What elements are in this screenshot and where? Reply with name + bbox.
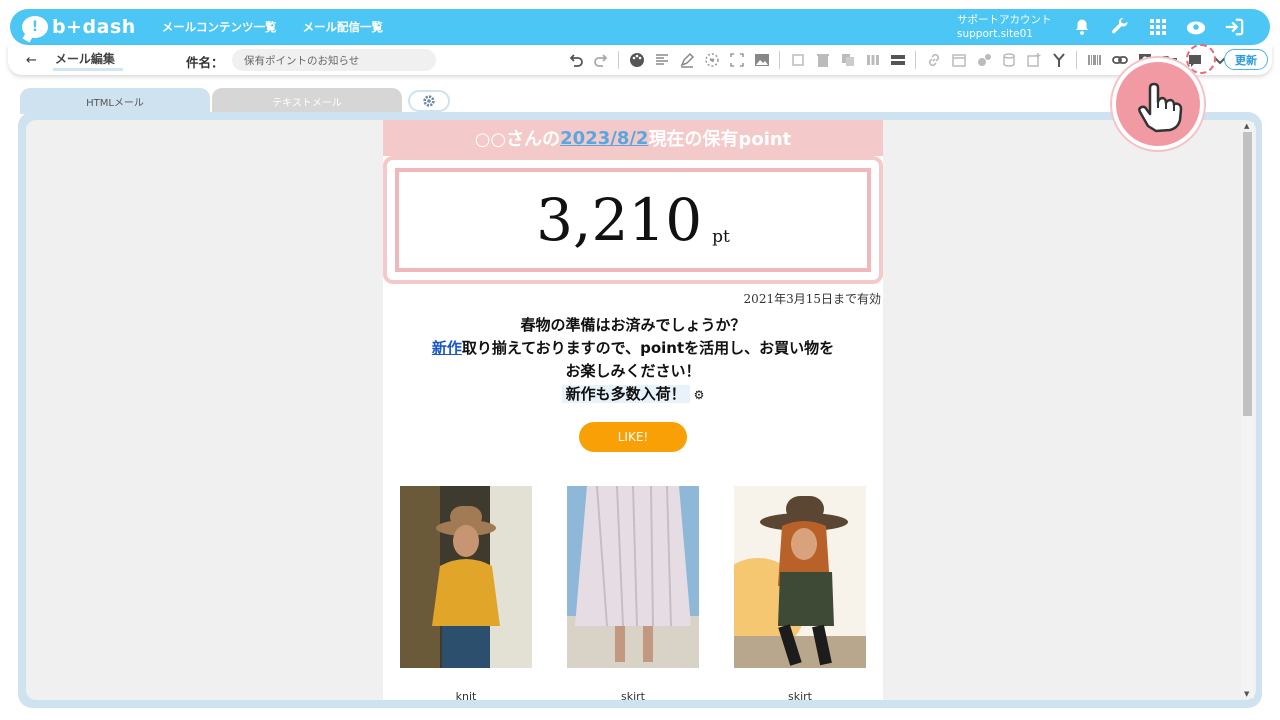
logo-bubble-icon: ! xyxy=(22,16,48,38)
account-info[interactable]: サポートアカウント support.site01 xyxy=(957,13,1052,41)
point-box[interactable]: 3,210 pt xyxy=(383,156,883,284)
new-items-link[interactable]: 新作 xyxy=(432,339,462,357)
toolbar-divider xyxy=(618,51,619,69)
back-label: メール編集 xyxy=(52,50,123,71)
toolbar-divider xyxy=(779,51,780,69)
product-photo-skirt-1 xyxy=(567,486,699,668)
message-text[interactable]: 春物の準備はお済みでしょうか？ 新作取り揃えておりますので、pointを活用し、… xyxy=(383,314,883,407)
product-2[interactable] xyxy=(567,486,699,668)
duplicate-icon[interactable] xyxy=(838,51,857,70)
copy-block-icon[interactable] xyxy=(788,51,807,70)
toolbar-divider xyxy=(1076,51,1077,69)
link-icon[interactable] xyxy=(924,51,943,70)
grid-icon[interactable] xyxy=(1146,15,1170,39)
message-line-1: 春物の準備はお済みでしょうか？ xyxy=(520,316,746,334)
product-label: skirt xyxy=(621,690,645,700)
highlighted-text[interactable]: 新作も多数入荷！ xyxy=(561,385,690,403)
redo-icon[interactable] xyxy=(591,51,610,70)
pen-icon[interactable] xyxy=(677,51,696,70)
palette-icon[interactable] xyxy=(627,51,646,70)
chain-link-icon[interactable] xyxy=(1110,51,1129,70)
tab-settings-gear-icon[interactable] xyxy=(408,90,450,112)
expand-icon[interactable] xyxy=(727,51,746,70)
toolbar-divider xyxy=(915,51,916,69)
header-prefix: ○○さんの xyxy=(474,129,561,150)
logo-text: b+dash xyxy=(52,16,136,38)
top-icons xyxy=(1070,9,1246,45)
nav-mail-deliveries[interactable]: メール配信一覧 xyxy=(303,19,384,35)
align-icon[interactable] xyxy=(652,51,671,70)
scroll-down-icon[interactable]: ▼ xyxy=(1244,690,1249,698)
message-line-2: 新作取り揃えておりますので、pointを活用し、お買い物を xyxy=(383,337,883,360)
calendar-icon[interactable] xyxy=(949,51,968,70)
top-bar: ! b+dash メールコンテンツ一覧 メール配信一覧 サポートアカウント su… xyxy=(10,9,1270,45)
point-unit: pt xyxy=(712,227,730,247)
tab-html-mail[interactable]: HTMLメール xyxy=(20,88,210,114)
undo-icon[interactable] xyxy=(566,51,585,70)
gears-icon[interactable] xyxy=(974,51,993,70)
product-3[interactable] xyxy=(734,486,866,668)
product-1[interactable] xyxy=(400,486,532,668)
dashed-circle-icon[interactable] xyxy=(702,51,721,70)
nav-mail-contents[interactable]: メールコンテンツ一覧 xyxy=(162,19,277,35)
branch-icon[interactable] xyxy=(1049,51,1068,70)
message-line-4: 新作も多数入荷！ ⚙ xyxy=(383,383,883,407)
product-label: knit xyxy=(455,690,477,700)
scroll-up-icon[interactable]: ▲ xyxy=(1244,122,1249,130)
tab-text-mail[interactable]: テキストメール xyxy=(212,88,402,114)
trash-icon[interactable] xyxy=(813,51,832,70)
wrench-icon[interactable] xyxy=(1108,15,1132,39)
message-line-3: お楽しみください！ xyxy=(565,362,701,380)
scrollbar[interactable]: ▲ ▼ xyxy=(1241,122,1254,698)
message-line-2-text: 取り揃えておりますので、pointを活用し、お買い物を xyxy=(461,339,835,357)
top-nav: メールコンテンツ一覧 メール配信一覧 xyxy=(162,19,383,35)
point-inner: 3,210 pt xyxy=(395,168,871,272)
image-icon[interactable] xyxy=(752,51,771,70)
add-note-icon[interactable] xyxy=(1024,51,1043,70)
rows-icon[interactable] xyxy=(888,51,907,70)
back-arrow-icon: ← xyxy=(26,52,37,68)
product-photo-skirt-2 xyxy=(734,486,866,668)
email-header[interactable]: ○○さんの 2023/8/2 現在の保有point xyxy=(383,120,883,156)
logout-icon[interactable] xyxy=(1222,15,1246,39)
subject-label: 件名： xyxy=(186,55,224,70)
barcode-icon[interactable] xyxy=(1085,51,1104,70)
bell-icon[interactable] xyxy=(1070,15,1094,39)
cloud-icon[interactable] xyxy=(1184,15,1208,39)
account-id: support.site01 xyxy=(957,28,1033,40)
scroll-thumb[interactable] xyxy=(1243,132,1252,416)
database-icon[interactable] xyxy=(999,51,1018,70)
valid-until: 2021年3月15日まで有効 xyxy=(743,292,881,306)
back-link[interactable]: ← メール編集 xyxy=(26,50,123,71)
header-date[interactable]: 2023/8/2 xyxy=(560,128,648,149)
product-label: skirt xyxy=(788,690,812,700)
gear-icon[interactable]: ⚙ xyxy=(694,384,705,407)
hand-pointer-icon xyxy=(1112,58,1204,150)
point-value: 3,210 xyxy=(536,186,703,254)
product-photo-knit xyxy=(400,486,532,668)
email-canvas: ○○さんの 2023/8/2 現在の保有point 3,210 pt 2021年… xyxy=(26,120,1256,700)
logo[interactable]: ! b+dash xyxy=(22,16,136,38)
update-button[interactable]: 更新 xyxy=(1224,49,1268,70)
header-suffix: 現在の保有point xyxy=(648,129,792,150)
highlight-ring xyxy=(1186,44,1216,74)
app-window: ! b+dash メールコンテンツ一覧 メール配信一覧 サポートアカウント su… xyxy=(0,0,1280,720)
email-body: ○○さんの 2023/8/2 現在の保有point 3,210 pt 2021年… xyxy=(383,120,883,700)
subject-input[interactable] xyxy=(232,49,436,71)
account-name: サポートアカウント xyxy=(957,14,1052,26)
like-button[interactable]: LIKE! xyxy=(579,422,687,452)
columns-icon[interactable] xyxy=(863,51,882,70)
editor-toolbar: ← メール編集 件名： 保有ポイントのお知らせ 更新 xyxy=(8,45,1272,75)
